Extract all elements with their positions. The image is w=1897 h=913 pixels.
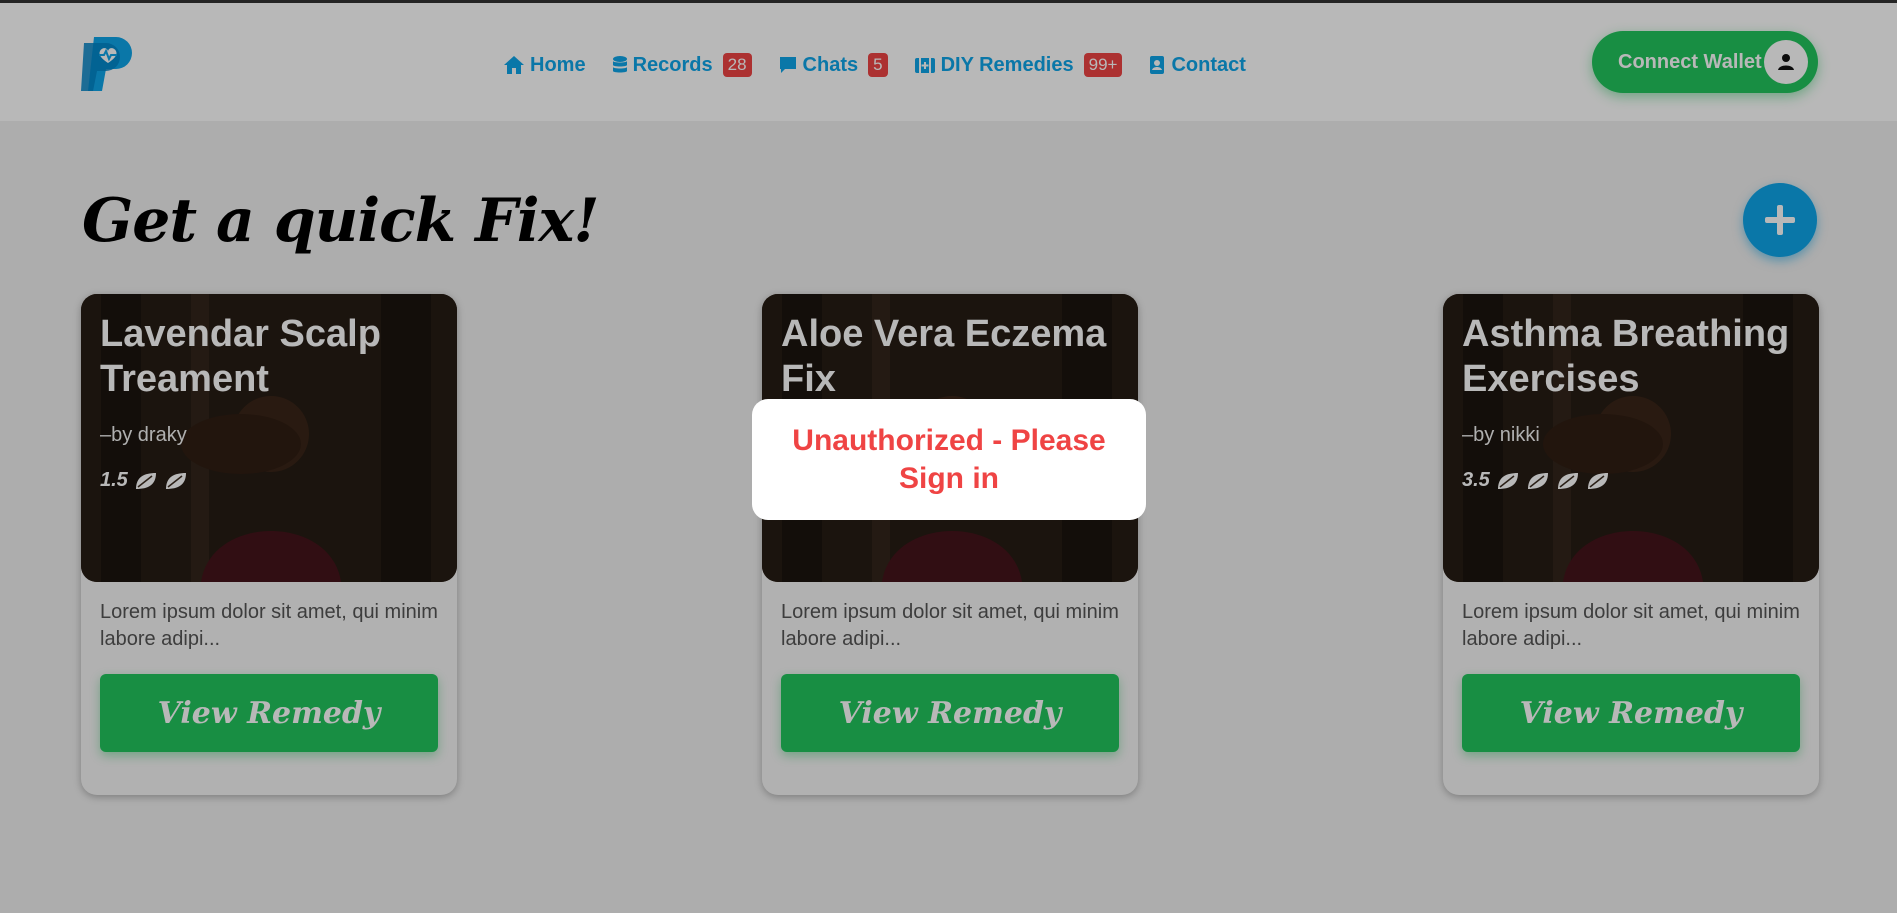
toast-message: Unauthorized - Please Sign in — [792, 423, 1106, 495]
unauthorized-toast: Unauthorized - Please Sign in — [752, 399, 1146, 520]
